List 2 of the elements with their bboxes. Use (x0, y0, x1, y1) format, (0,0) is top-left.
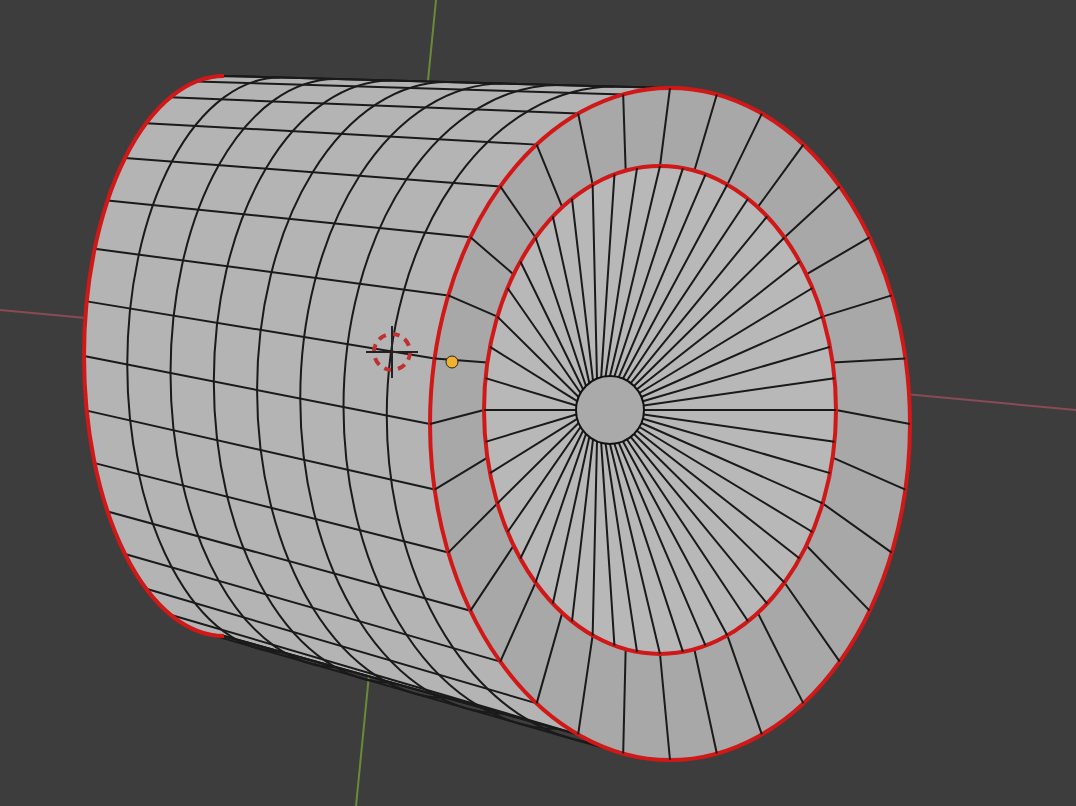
cursor-icon[interactable] (365, 325, 419, 379)
origin-point-icon (445, 355, 459, 369)
